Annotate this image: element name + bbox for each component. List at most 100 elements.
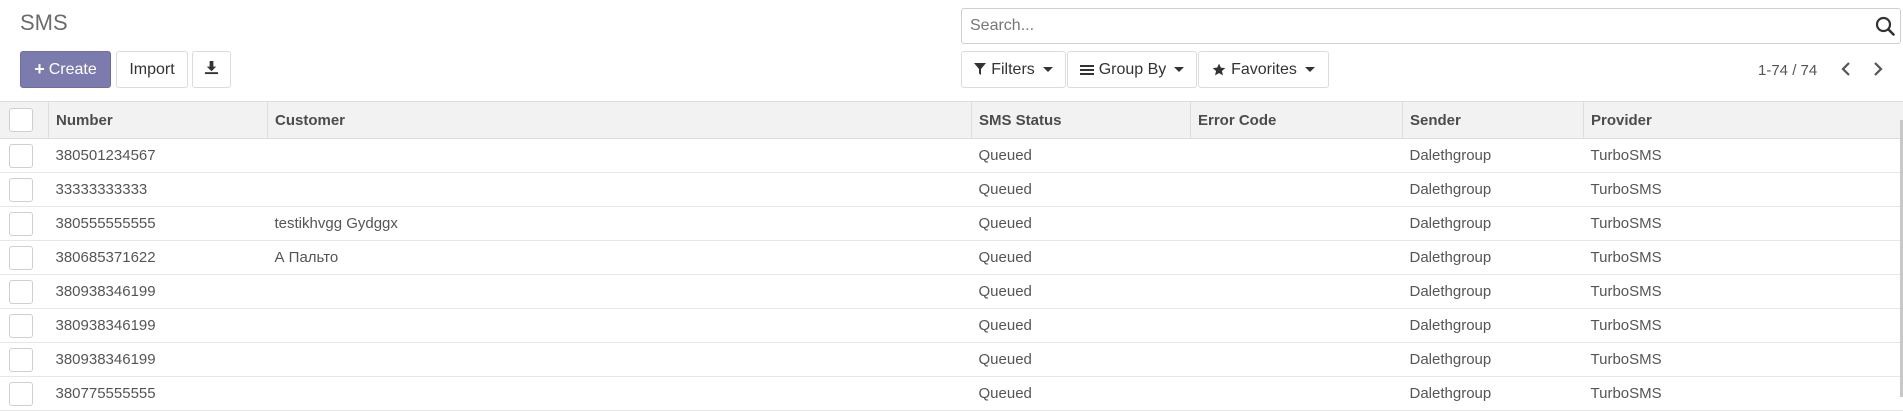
groupby-dropdown[interactable]: Group By — [1067, 51, 1197, 88]
number-cell: 380555555555 — [49, 207, 268, 241]
row-select-cell — [0, 173, 49, 207]
row-checkbox[interactable] — [9, 280, 33, 304]
row-select-cell — [0, 139, 49, 173]
number-cell: 380938346199 — [49, 343, 268, 377]
star-icon — [1212, 63, 1226, 77]
sms-status-cell: Queued — [972, 241, 1191, 275]
row-checkbox[interactable] — [9, 144, 33, 168]
provider-cell: TurboSMS — [1584, 343, 1903, 377]
search-box — [961, 8, 1901, 44]
table-row[interactable]: 380938346199 Queued DalethgroupTurboSMS — [0, 343, 1903, 377]
provider-cell: TurboSMS — [1584, 275, 1903, 309]
filters-dropdown[interactable]: Filters — [961, 51, 1066, 88]
sms-status-cell: Queued — [972, 207, 1191, 241]
select-all-checkbox[interactable] — [9, 108, 33, 132]
table-row[interactable]: 380775555555QueuedDalethgroupTurboSMS — [0, 377, 1903, 411]
provider-cell: TurboSMS — [1584, 309, 1903, 343]
groupby-label: Group By — [1099, 61, 1167, 79]
sender-cell: Dalethgroup — [1403, 241, 1584, 275]
sender-cell: Dalethgroup — [1403, 377, 1584, 411]
row-select-cell — [0, 275, 49, 309]
caret-down-icon — [1043, 67, 1053, 72]
customer-cell: А Пальто — [268, 241, 972, 275]
download-button[interactable] — [192, 51, 231, 88]
row-checkbox[interactable] — [9, 212, 33, 236]
sender-cell: Dalethgroup — [1403, 309, 1584, 343]
plus-icon: + — [34, 59, 45, 80]
search-icon[interactable] — [1874, 15, 1896, 42]
customer-cell — [268, 139, 972, 173]
chevron-right-icon[interactable] — [1872, 61, 1884, 82]
sender-cell: Dalethgroup — [1403, 139, 1584, 173]
pager-value[interactable]: 1-74 / 74 — [1758, 62, 1817, 79]
number-cell: 380938346199 — [49, 275, 268, 309]
page-title: SMS — [20, 10, 68, 36]
table-row[interactable]: 380501234567 Queued DalethgroupTurboSMS — [0, 139, 1903, 173]
sender-cell: Dalethgroup — [1403, 207, 1584, 241]
customer-cell — [268, 377, 972, 411]
row-select-cell — [0, 241, 49, 275]
create-button-label: Create — [49, 61, 97, 79]
provider-cell: TurboSMS — [1584, 173, 1903, 207]
list-icon — [1080, 64, 1094, 76]
column-header-error-code[interactable]: Error Code — [1191, 102, 1403, 139]
error-code-cell — [1191, 241, 1403, 275]
column-header-number[interactable]: Number — [49, 102, 268, 139]
provider-cell: TurboSMS — [1584, 241, 1903, 275]
import-button-label: Import — [129, 61, 174, 79]
search-input[interactable] — [968, 9, 1852, 43]
sms-status-cell: Queued — [972, 139, 1191, 173]
table-row[interactable]: 380938346199 Queued DalethgroupTurboSMS — [0, 309, 1903, 343]
column-header-customer[interactable]: Customer — [268, 102, 972, 139]
row-checkbox[interactable] — [9, 246, 33, 270]
filter-icon — [974, 63, 986, 76]
customer-cell — [268, 343, 972, 377]
table-row[interactable]: 380555555555testikhvgg GydggxQueued Dalet… — [0, 207, 1903, 241]
filters-label: Filters — [991, 61, 1035, 79]
error-code-cell — [1191, 309, 1403, 343]
customer-cell — [268, 309, 972, 343]
row-checkbox[interactable] — [9, 314, 33, 338]
provider-cell: TurboSMS — [1584, 207, 1903, 241]
error-code-cell — [1191, 173, 1403, 207]
row-select-cell — [0, 343, 49, 377]
row-checkbox[interactable] — [9, 382, 33, 406]
table-row[interactable]: 380685371622А ПальтоQueued DalethgroupTur… — [0, 241, 1903, 275]
column-header-sender[interactable]: Sender — [1403, 102, 1584, 139]
column-header-provider[interactable]: Provider — [1584, 102, 1903, 139]
number-cell: 380685371622 — [49, 241, 268, 275]
favorites-dropdown[interactable]: Favorites — [1198, 51, 1329, 88]
caret-down-icon — [1305, 67, 1315, 72]
error-code-cell — [1191, 207, 1403, 241]
sms-status-cell: Queued — [972, 275, 1191, 309]
chevron-left-icon[interactable] — [1840, 61, 1852, 82]
create-button[interactable]: + Create — [20, 51, 111, 88]
import-button[interactable]: Import — [116, 51, 188, 88]
sender-cell: Dalethgroup — [1403, 275, 1584, 309]
table-row[interactable]: 33333333333QueuedDalethgroupTurboSMS — [0, 173, 1903, 207]
sms-status-cell: Queued — [972, 173, 1191, 207]
number-cell: 380501234567 — [49, 139, 268, 173]
error-code-cell — [1191, 275, 1403, 309]
row-select-cell — [0, 207, 49, 241]
error-code-cell — [1191, 377, 1403, 411]
favorites-label: Favorites — [1231, 61, 1297, 79]
select-all-cell — [0, 102, 49, 139]
row-select-cell — [0, 377, 49, 411]
provider-cell: TurboSMS — [1584, 139, 1903, 173]
customer-cell — [268, 275, 972, 309]
sms-status-cell: Queued — [972, 309, 1191, 343]
number-cell: 380775555555 — [49, 377, 268, 411]
table-row[interactable]: 380938346199 Queued DalethgroupTurboSMS — [0, 275, 1903, 309]
sender-cell: Dalethgroup — [1403, 343, 1584, 377]
row-checkbox[interactable] — [9, 178, 33, 202]
row-checkbox[interactable] — [9, 348, 33, 372]
row-select-cell — [0, 309, 49, 343]
sender-cell: Dalethgroup — [1403, 173, 1584, 207]
table-header-row: Number Customer SMS Status Error Code Se… — [0, 102, 1903, 139]
column-header-sms-status[interactable]: SMS Status — [972, 102, 1191, 139]
number-cell: 380938346199 — [49, 309, 268, 343]
error-code-cell — [1191, 139, 1403, 173]
sms-status-cell: Queued — [972, 343, 1191, 377]
customer-cell: testikhvgg Gydggx — [268, 207, 972, 241]
